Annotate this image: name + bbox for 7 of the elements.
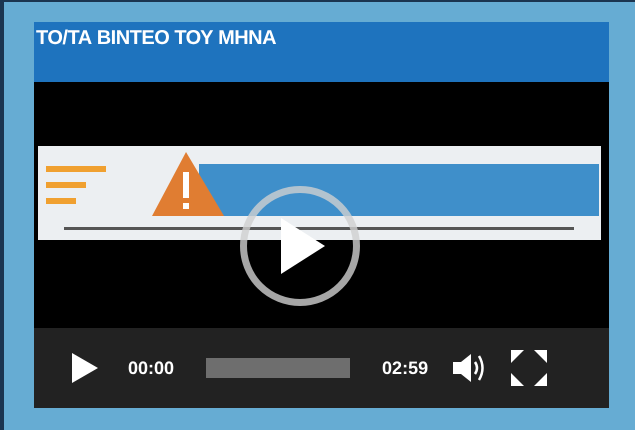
duration: 02:59 — [382, 356, 428, 380]
widget-title: ΤΟ/ΤΑ ΒΙΝΤΕΟ ΤΟΥ ΜΗΝΑ — [36, 26, 278, 50]
current-time: 00:00 — [128, 356, 174, 380]
play-overlay-button[interactable] — [240, 186, 360, 306]
fullscreen-icon[interactable] — [510, 349, 548, 387]
progress-track[interactable] — [206, 358, 350, 378]
play-button[interactable] — [70, 352, 100, 384]
